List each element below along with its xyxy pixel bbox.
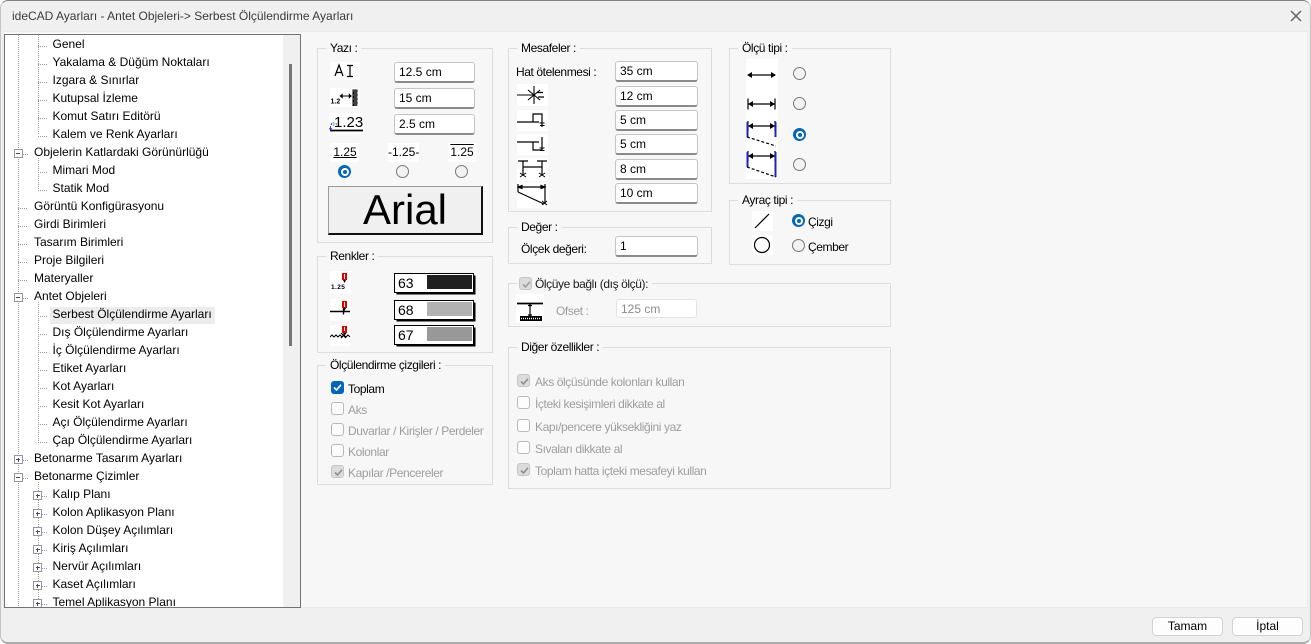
- svg-text:1.23: 1.23: [334, 114, 363, 131]
- svg-text:1.2: 1.2: [331, 99, 341, 106]
- svg-text:1.25: 1.25: [331, 284, 345, 291]
